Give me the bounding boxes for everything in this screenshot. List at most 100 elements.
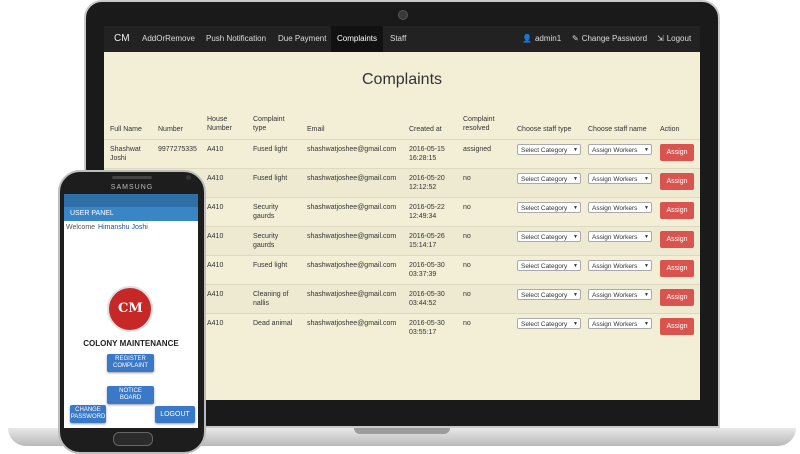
page-title: Complaints [361,71,443,88]
header-created-at: Created at [409,126,442,133]
staff-name-select[interactable]: Assign Workers ▼ [588,144,652,155]
header-complaint-resolved: Complaint resolved [463,116,495,132]
assign-button[interactable]: Assign [660,173,694,190]
header-staff-name: Choose staff name [588,126,647,133]
header-action: Action [660,126,680,133]
chevron-down-icon: ▼ [644,321,649,327]
chevron-down-icon: ▼ [573,263,578,269]
navbar: CM AddOrRemove Push Notification Due Pay… [104,26,700,52]
header-email: Email [307,126,325,133]
chevron-down-icon: ▼ [573,234,578,240]
cell-email: shashwatjoshee@gmail.com [307,262,397,269]
cell-email: shashwatjoshee@gmail.com [307,146,397,153]
chevron-down-icon: ▼ [644,263,649,269]
assign-button[interactable]: Assign [660,289,694,306]
staff-name-select[interactable]: Assign Workers ▼ [588,173,652,184]
assign-button[interactable]: Assign [660,202,694,219]
cell-created-at: 2016-05-30 03:37:39 [409,262,445,278]
nav-due-payment[interactable]: Due Payment [278,26,326,52]
header-full-name: Full Name [110,126,142,133]
cell-house: A410 [207,262,224,269]
staff-type-select[interactable]: Select Category ▼ [517,289,581,300]
nav-staff[interactable]: Staff [390,26,406,52]
chevron-down-icon: ▼ [644,292,649,298]
phone-brand: SAMSUNG [110,184,154,191]
nav-push-notification[interactable]: Push Notification [206,26,266,52]
change-password-button[interactable]: CHANGE PASSWORD [70,405,106,423]
cell-house: A410 [207,233,224,240]
header-number: Number [158,126,183,133]
chevron-down-icon: ▼ [644,205,649,211]
staff-name-select[interactable]: Assign Workers ▼ [588,231,652,242]
cell-email: shashwatjoshee@gmail.com [307,291,397,298]
staff-type-select[interactable]: Select Category ▼ [517,260,581,271]
staff-name-select[interactable]: Assign Workers ▼ [588,318,652,329]
cell-full-name: Shashwat Joshi [110,146,141,162]
user-panel-bar: USER PANEL [64,207,198,221]
brand-link[interactable]: CM [114,26,130,52]
logout-label: Logout [666,34,692,43]
staff-name-select[interactable]: Assign Workers ▼ [588,260,652,271]
header-house-number: House Number [207,116,232,132]
cell-complaint-type: Security gaurds [253,204,279,220]
cell-email: shashwatjoshee@gmail.com [307,320,397,327]
staff-type-select[interactable]: Select Category ▼ [517,173,581,184]
cell-resolved: no [463,233,471,240]
phone-screen: USER PANEL Welcome Himanshu Joshi CM COLO… [64,194,198,428]
edit-icon: ✎ [572,34,579,43]
table-row: Shashwat Joshi 9977275335 A410 Fused light sh… [104,139,700,169]
nav-addorremove[interactable]: AddOrRemove [142,26,195,52]
staff-name-select[interactable]: Assign Workers ▼ [588,202,652,213]
user-icon: 👤 [522,34,532,43]
notice-board-button[interactable]: NOTICE BOARD [107,386,154,404]
house-logo-icon: CM [118,301,143,316]
cell-complaint-type: Cleaning of nallis [253,291,289,307]
chevron-down-icon: ▼ [573,147,578,153]
cell-house: A410 [207,146,224,153]
cell-email: shashwatjoshee@gmail.com [307,175,397,182]
staff-type-select[interactable]: Select Category ▼ [517,202,581,213]
phone-home-button[interactable] [113,432,153,446]
colony-logo: CM [107,286,153,332]
welcome-user-name: Himanshu Joshi [98,224,148,231]
cell-created-at: 2016-05-22 12:49:34 [409,204,445,220]
cell-resolved: assigned [463,146,492,153]
assign-button[interactable]: Assign [660,318,694,335]
assign-button[interactable]: Assign [660,231,694,248]
cell-number: 9977275335 [158,146,197,153]
change-password-link[interactable]: ✎ Change Password [572,26,647,52]
app-title: COLONY MAINTENANCE [83,339,179,348]
chevron-down-icon: ▼ [573,205,578,211]
staff-name-select[interactable]: Assign Workers ▼ [588,289,652,300]
header-complaint-type: Complaint type [253,116,285,132]
logout-button[interactable]: LOGOUT [155,406,195,423]
cell-resolved: no [463,262,471,269]
laptop-camera [398,10,408,20]
register-complaint-button[interactable]: REGISTER COMPLAINT [107,354,154,372]
logout-link[interactable]: ⇲ Logout [657,26,691,52]
user-name: admin1 [534,34,562,43]
cell-created-at: 2016-05-26 15:14:17 [409,233,445,249]
cell-complaint-type: Fused light [253,175,288,182]
cell-house: A410 [207,204,224,211]
cell-house: A410 [207,320,224,327]
chevron-down-icon: ▼ [644,147,649,153]
cell-email: shashwatjoshee@gmail.com [307,204,397,211]
chevron-down-icon: ▼ [573,321,578,327]
user-menu[interactable]: 👤 admin1 [522,26,561,52]
chevron-down-icon: ▼ [573,292,578,298]
logout-icon: ⇲ [657,34,664,43]
nav-complaints[interactable]: Complaints [331,26,384,52]
staff-type-select[interactable]: Select Category ▼ [517,318,581,329]
cell-resolved: no [463,175,471,182]
chevron-down-icon: ▼ [644,234,649,240]
assign-button[interactable]: Assign [660,260,694,277]
assign-button[interactable]: Assign [660,144,694,161]
phone-camera [186,175,191,180]
change-password-label: Change Password [581,34,648,43]
cell-resolved: no [463,320,471,327]
staff-type-select[interactable]: Select Category ▼ [517,144,581,155]
cell-resolved: no [463,291,471,298]
staff-type-select[interactable]: Select Category ▼ [517,231,581,242]
cell-house: A410 [207,175,224,182]
